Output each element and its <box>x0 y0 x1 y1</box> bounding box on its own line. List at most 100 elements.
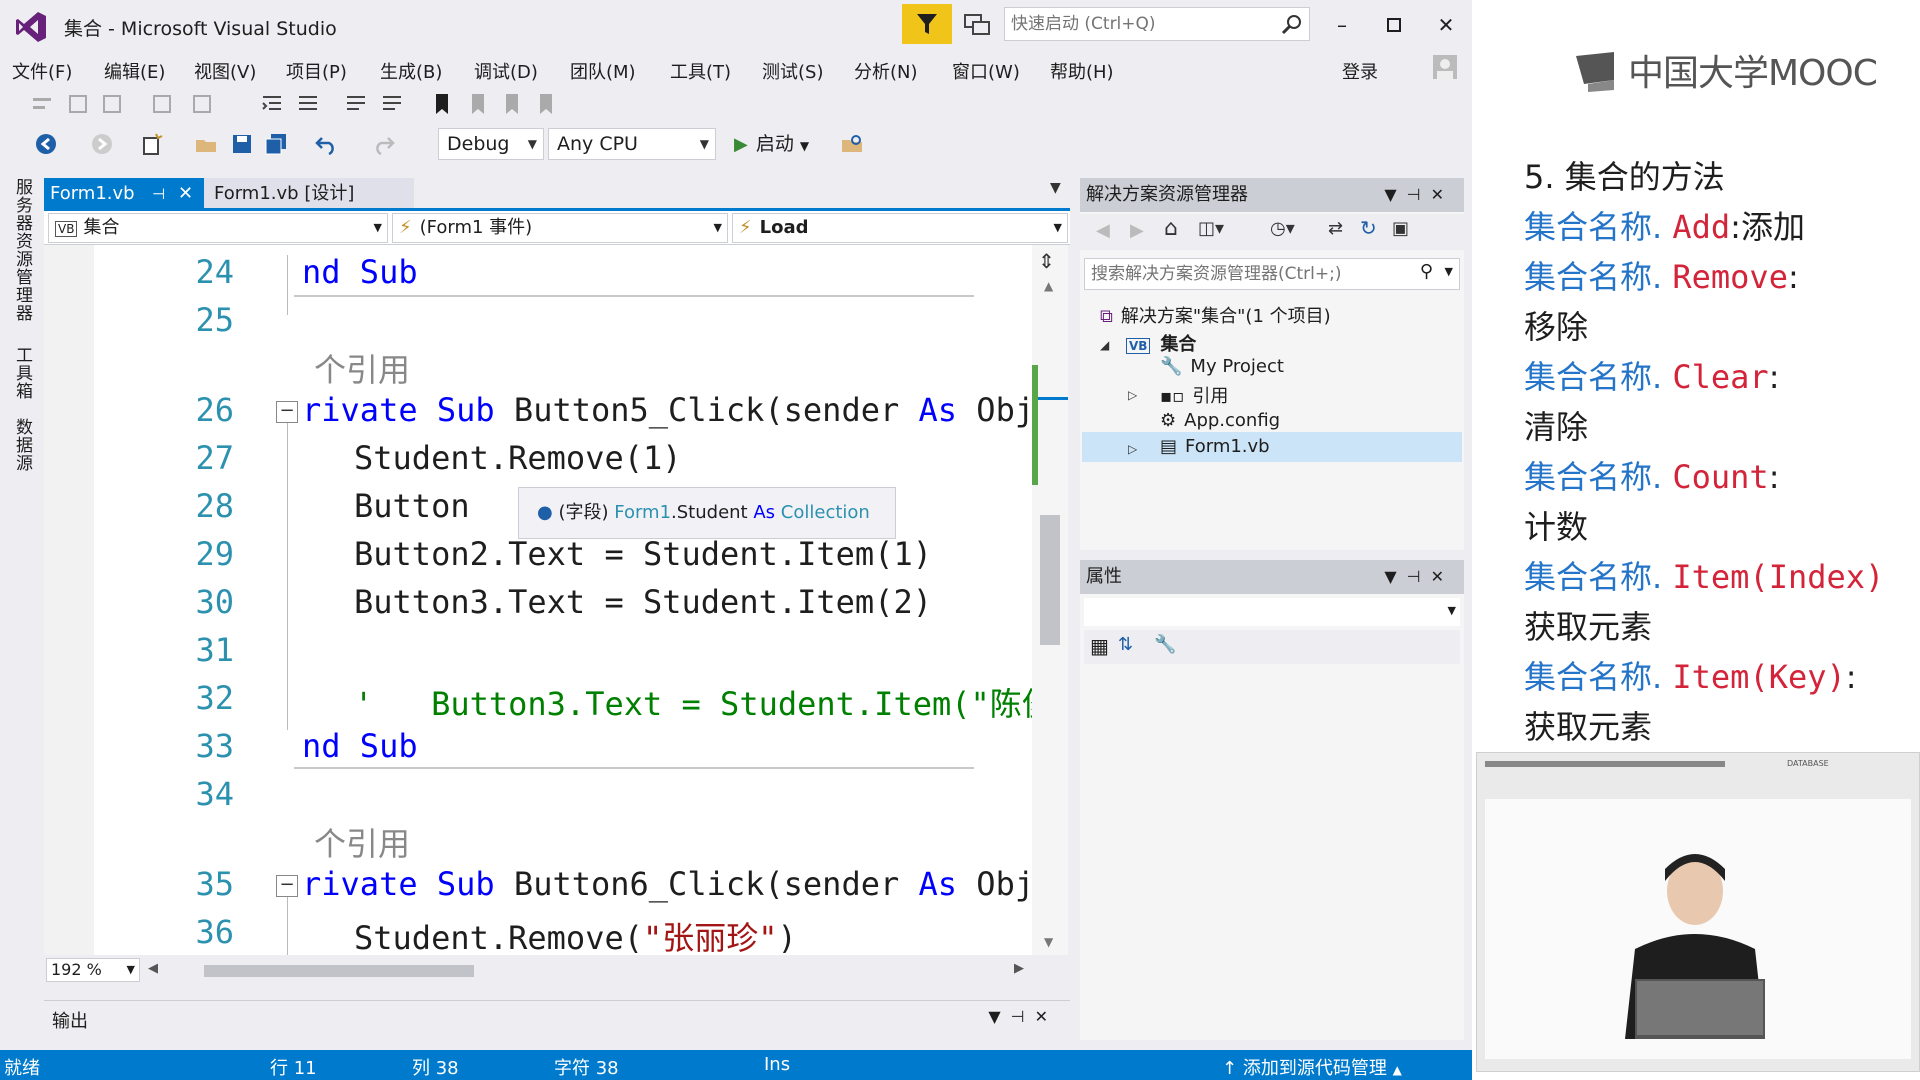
search-icon[interactable] <box>1281 13 1303 35</box>
quick-launch-input[interactable] <box>1011 11 1271 37</box>
undo-icon[interactable] <box>314 132 338 156</box>
close-tab-icon[interactable]: ✕ <box>178 178 193 210</box>
menu-file[interactable]: 文件(F) <box>12 58 72 84</box>
expand-arrow-icon[interactable]: ▷ <box>1128 442 1137 456</box>
notification-filter-button[interactable] <box>902 4 952 44</box>
back-icon[interactable]: ◀ <box>1096 220 1110 241</box>
solution-explorer-title-bar[interactable]: 解决方案资源管理器 ▼⊣✕ <box>1080 178 1464 212</box>
scroll-right-icon[interactable]: ▶ <box>1014 961 1024 976</box>
type-dropdown[interactable]: ⚡ (Form1 事件) ▼ <box>392 213 728 243</box>
horizontal-scrollbar-thumb[interactable] <box>204 965 474 977</box>
bookmark-icon[interactable] <box>430 92 454 116</box>
clear-bookmarks-icon[interactable] <box>534 92 558 116</box>
zoom-dropdown[interactable]: 192 % ▼ <box>46 958 140 982</box>
tree-item-solution[interactable]: ⧉ 解决方案"集合"(1 个项目) <box>1100 302 1331 328</box>
switch-views-icon[interactable]: ◫▾ <box>1198 218 1224 239</box>
tree-item-form1-vb[interactable]: ▤ Form1.vb <box>1160 436 1270 457</box>
menu-edit[interactable]: 编辑(E) <box>104 58 165 84</box>
editor-vertical-scrollbar[interactable]: ⇕ ▲ ▼ <box>1032 245 1068 955</box>
comment-icon[interactable] <box>344 92 368 116</box>
code-editor[interactable]: 24 nd Sub 25 个引用 26 − rivate Sub Button5… <box>44 245 1044 955</box>
pane-controls[interactable]: ▼⊣✕ <box>1384 178 1454 212</box>
tab-server-explorer[interactable]: 服务器资源管理器 <box>10 178 35 322</box>
feedback-icon[interactable] <box>962 10 992 40</box>
expand-arrow-icon[interactable]: ◢ <box>1100 338 1109 352</box>
increase-indent-icon[interactable] <box>296 92 320 116</box>
expand-arrow-icon[interactable]: ▷ <box>1128 388 1137 402</box>
word-complete-icon[interactable] <box>190 92 214 116</box>
next-bookmark-icon[interactable] <box>500 92 524 116</box>
project-dropdown[interactable]: VB 集合 ▼ <box>48 213 388 243</box>
menu-project[interactable]: 项目(P) <box>286 58 347 84</box>
back-icon[interactable] <box>34 132 58 156</box>
members-icon[interactable] <box>66 92 90 116</box>
tree-item-project[interactable]: VB 集合 <box>1126 330 1196 356</box>
menu-window[interactable]: 窗口(W) <box>952 58 1020 84</box>
scroll-up-icon[interactable]: ▲ <box>1044 279 1053 293</box>
add-to-source-control-button[interactable]: ↑ 添加到源代码管理 ▲ <box>1222 1054 1402 1080</box>
tree-item-references[interactable]: ▪▫ 引用 <box>1160 382 1228 408</box>
open-file-icon[interactable] <box>194 132 218 156</box>
tree-item-app-config[interactable]: ⚙ App.config <box>1160 410 1280 431</box>
refresh-icon[interactable]: ↻ <box>1360 216 1377 240</box>
tree-item-my-project[interactable]: 🔧 My Project <box>1160 356 1284 377</box>
wrench-icon[interactable]: 🔧 <box>1154 634 1176 655</box>
decrease-indent-icon[interactable] <box>260 92 284 116</box>
categorized-icon[interactable]: ▦ <box>1090 634 1109 658</box>
member-dropdown[interactable]: ⚡ Load ▼ <box>732 213 1068 243</box>
solution-platform-dropdown[interactable]: Any CPU ▼ <box>548 128 716 160</box>
tab-data-sources[interactable]: 数据源 <box>10 418 35 472</box>
account-icon[interactable] <box>1432 54 1458 80</box>
menu-tools[interactable]: 工具(T) <box>670 58 731 84</box>
parameters-icon[interactable] <box>100 92 124 116</box>
sign-in-link[interactable]: 登录 <box>1342 58 1378 84</box>
solution-configuration-dropdown[interactable]: Debug ▼ <box>438 128 544 160</box>
output-pane[interactable]: 输出 ▼⊣✕ <box>44 1000 1070 1034</box>
menu-test[interactable]: 测试(S) <box>762 58 823 84</box>
menu-team[interactable]: 团队(M) <box>570 58 636 84</box>
new-project-icon[interactable] <box>140 132 164 156</box>
forward-icon[interactable]: ▶ <box>1130 220 1144 241</box>
code-lens-references[interactable]: 个引用 <box>314 345 410 391</box>
code-lens-references[interactable]: 个引用 <box>314 819 410 865</box>
forward-icon[interactable] <box>90 132 114 156</box>
scrollbar-thumb[interactable] <box>1040 515 1060 645</box>
split-window-icon[interactable]: ⇕ <box>1038 249 1055 273</box>
solution-explorer-search-input[interactable] <box>1091 262 1411 286</box>
collapse-toggle[interactable]: − <box>276 401 298 423</box>
solution-explorer-search[interactable]: ⚲ ▼ <box>1084 258 1460 290</box>
minimize-button[interactable]: – <box>1322 10 1362 40</box>
collapse-toggle[interactable]: − <box>276 875 298 897</box>
alphabetical-icon[interactable]: ⇅ <box>1118 634 1133 655</box>
redo-icon[interactable] <box>372 132 396 156</box>
sync-icon[interactable]: ⇄ <box>1328 218 1343 239</box>
save-icon[interactable] <box>230 132 254 156</box>
tab-toolbox[interactable]: 工具箱 <box>10 346 35 400</box>
chevron-down-icon[interactable]: ▼ <box>1445 265 1453 278</box>
tab-form1-vb[interactable]: Form1.vb ⊣ ✕ <box>44 178 204 210</box>
find-in-files-icon[interactable] <box>840 132 864 156</box>
properties-title-bar[interactable]: 属性 ▼⊣✕ <box>1080 560 1464 594</box>
save-all-icon[interactable] <box>264 132 288 156</box>
indent-icon[interactable] <box>30 92 54 116</box>
menu-debug[interactable]: 调试(D) <box>474 58 538 84</box>
start-debugging-button[interactable]: ▶ 启动 ▼ <box>734 130 809 160</box>
scroll-left-icon[interactable]: ◀ <box>148 961 158 976</box>
pending-changes-icon[interactable]: ◷▾ <box>1270 218 1295 239</box>
properties-object-dropdown[interactable]: ▼ <box>1084 598 1460 626</box>
home-icon[interactable]: ⌂ <box>1164 216 1178 241</box>
collapse-all-icon[interactable]: ▣ <box>1392 218 1409 239</box>
quick-launch-box[interactable] <box>1004 7 1310 41</box>
tab-overflow-icon[interactable]: ▼ <box>1050 180 1061 196</box>
scroll-down-icon[interactable]: ▼ <box>1044 935 1053 949</box>
menu-help[interactable]: 帮助(H) <box>1050 58 1114 84</box>
tab-form1-design[interactable]: Form1.vb [设计] <box>204 178 414 210</box>
pin-icon[interactable]: ⊣ <box>152 178 165 210</box>
close-button[interactable]: ✕ <box>1426 10 1466 40</box>
pane-controls[interactable]: ▼⊣✕ <box>988 1007 1058 1026</box>
search-icon[interactable]: ⚲ <box>1420 261 1433 282</box>
menu-view[interactable]: 视图(V) <box>194 58 256 84</box>
menu-analyze[interactable]: 分析(N) <box>854 58 918 84</box>
menu-build[interactable]: 生成(B) <box>380 58 442 84</box>
pane-controls[interactable]: ▼⊣✕ <box>1384 560 1454 594</box>
